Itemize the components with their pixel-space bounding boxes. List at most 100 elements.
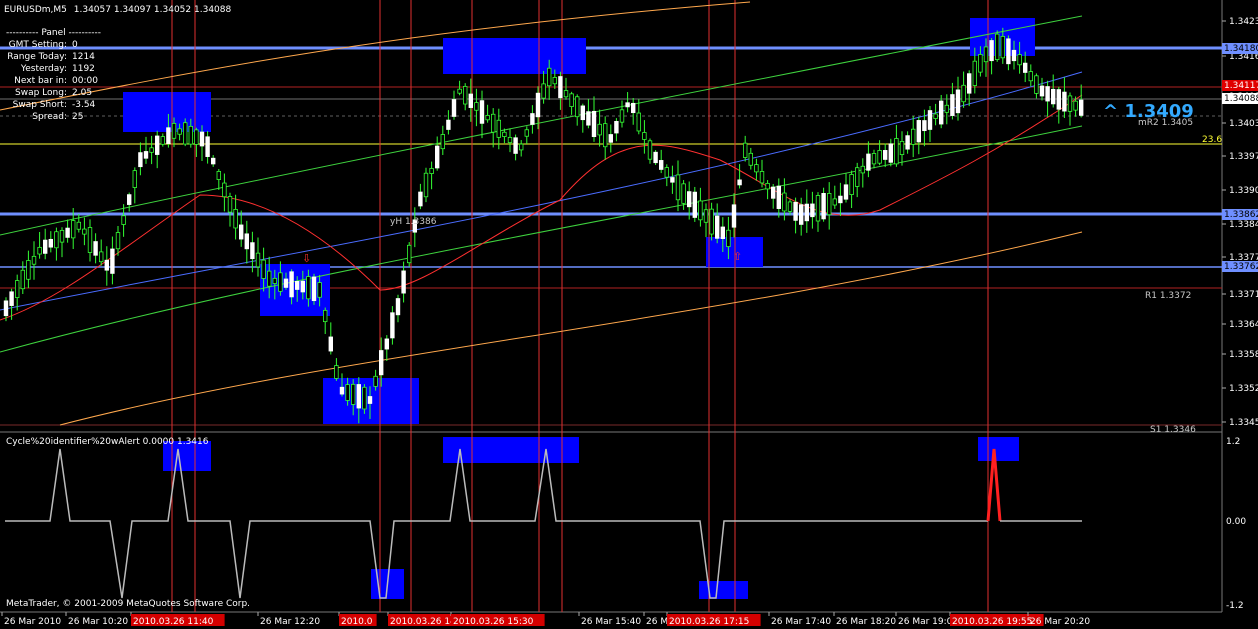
- candle-body: [995, 33, 1000, 60]
- candle-body: [54, 231, 59, 249]
- panel-row-value: 0: [72, 40, 78, 50]
- candle-body: [614, 121, 619, 134]
- candle-body: [440, 134, 445, 150]
- price-tag-blue-top-text: 1.34180: [1224, 44, 1258, 54]
- candle-body: [653, 151, 658, 164]
- candle-body: [748, 152, 753, 166]
- candle-body: [815, 195, 821, 222]
- candle-body: [356, 384, 361, 409]
- candle-body: [771, 186, 776, 199]
- candle-body: [227, 196, 233, 213]
- candle-body: [703, 209, 709, 223]
- mr2-label: mR2 1.3405: [1138, 118, 1193, 128]
- price-tag-red-text: 1.34117: [1224, 81, 1258, 91]
- candle-body: [328, 336, 333, 352]
- candle-body: [339, 386, 345, 395]
- panel-row-label: Range Today:: [7, 52, 67, 62]
- candle-body: [474, 102, 479, 111]
- candle-body: [804, 203, 809, 222]
- candle-body: [659, 160, 664, 170]
- candle-body: [82, 228, 87, 235]
- time-axis-label: 2010.03.26 11:40: [133, 617, 214, 627]
- candle-body: [362, 386, 367, 410]
- candle-body: [457, 88, 462, 94]
- candle-body: [462, 85, 468, 105]
- candle-body: [1006, 38, 1011, 65]
- candle-body: [104, 259, 109, 271]
- candle-body: [933, 113, 938, 119]
- candle-body: [283, 278, 289, 288]
- candle-body: [855, 167, 860, 187]
- indicator-title: Cycle%20identifier%20wAlert 0.0000 1.341…: [6, 437, 209, 447]
- candle-body: [535, 92, 541, 118]
- candle-body: [48, 238, 53, 248]
- candle-body: [1028, 71, 1033, 82]
- candle-body: [793, 201, 798, 221]
- candle-body: [26, 260, 31, 280]
- candle-body: [877, 150, 882, 164]
- candle-body: [843, 184, 849, 200]
- candle-body: [222, 182, 227, 198]
- candle-body: [496, 119, 501, 138]
- candle-body: [1073, 100, 1078, 111]
- candle-body: [883, 150, 888, 160]
- candle-body: [922, 120, 927, 132]
- candle-body: [978, 54, 983, 73]
- candle-body: [255, 252, 261, 268]
- price-axis-label: 1.34035: [1229, 119, 1258, 129]
- candle-body: [575, 96, 580, 118]
- candle-body: [132, 170, 137, 188]
- candle-body: [1039, 85, 1045, 97]
- candle-body: [160, 136, 165, 145]
- candle-body: [468, 93, 473, 108]
- price-tag-current-text: 1.34088: [1224, 94, 1258, 104]
- time-axis-label: 2010.03.26 14: [390, 617, 456, 627]
- candle-body: [894, 138, 899, 165]
- candle-body: [1056, 89, 1061, 110]
- candle-body: [244, 233, 249, 250]
- candle-body: [681, 183, 686, 204]
- symbol-title: EURUSDm,M5 1.34057 1.34097 1.34052 1.340…: [4, 5, 231, 15]
- down-arrow-icon: ⇩: [302, 252, 311, 265]
- candle-body: [983, 46, 989, 63]
- time-axis-label: 26 Mar 18:20: [836, 617, 896, 627]
- panel-title: ---------- Panel ----------: [6, 28, 101, 38]
- candle-body: [563, 90, 569, 98]
- candle-body: [967, 73, 972, 94]
- candle-body: [261, 259, 266, 279]
- candle-body: [552, 77, 557, 85]
- candle-body: [31, 255, 37, 265]
- candle-body: [541, 83, 546, 99]
- candle-body: [485, 114, 490, 121]
- candle-body: [378, 350, 384, 376]
- candle-body: [1062, 91, 1067, 112]
- candle-body: [289, 271, 294, 298]
- candle-body: [9, 291, 14, 306]
- panel-row-label: Swap Long:: [15, 88, 67, 98]
- price-tag-blue-low-text: 1.33762: [1224, 262, 1258, 272]
- chart-window[interactable]: ⇩ ⇧ EURUSDm,M5 1.34057 1.34097 1.34052 1…: [0, 0, 1258, 629]
- candle-body: [345, 384, 350, 401]
- price-tag-blue-mid-text: 1.33862: [1224, 210, 1258, 220]
- candle-body: [664, 167, 669, 178]
- candle-body: [71, 220, 76, 239]
- candle-body: [188, 126, 193, 145]
- candle-body: [322, 309, 328, 323]
- time-axis-label: 2010.0: [341, 617, 373, 627]
- candle-body: [390, 312, 395, 339]
- candle-body: [591, 110, 597, 138]
- candle-body: [899, 140, 905, 156]
- candle-body: [608, 134, 613, 143]
- copyright-text: MetaTrader, © 2001-2009 MetaQuotes Softw…: [6, 599, 250, 609]
- panel-row-value: 2.05: [72, 88, 92, 98]
- candle-body: [950, 94, 955, 116]
- panel-row-label: Spread:: [32, 112, 67, 122]
- candle-body: [384, 338, 389, 350]
- panel-row-label: GMT Setting:: [9, 40, 67, 50]
- candle-body: [888, 143, 893, 163]
- candle-body: [250, 242, 255, 260]
- candle-body: [43, 239, 48, 254]
- candle-body: [1045, 86, 1050, 102]
- blue-zone: [443, 38, 586, 74]
- candle-body: [698, 200, 703, 221]
